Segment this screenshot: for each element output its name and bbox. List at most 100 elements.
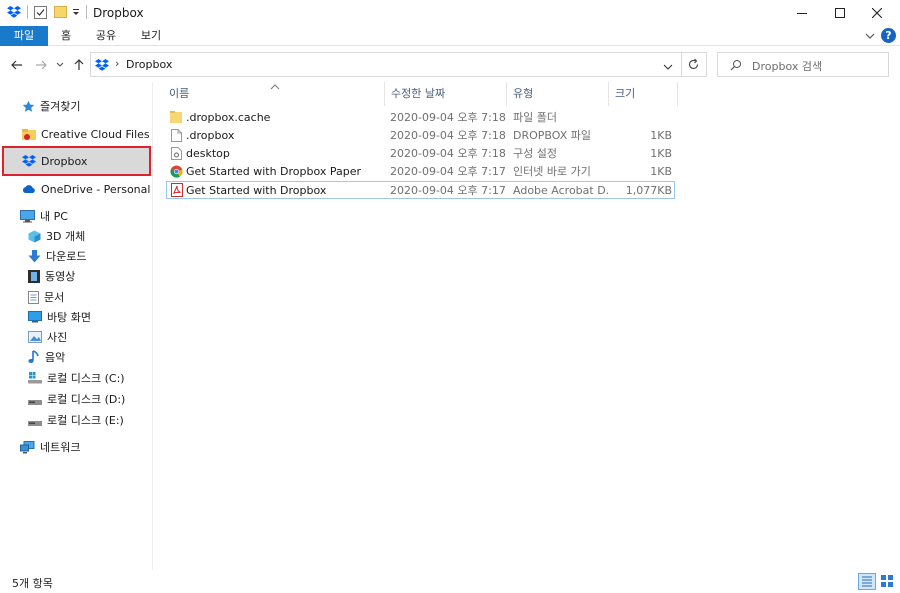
nav-local-disk-e[interactable]: 로컬 디스크 (E:) (28, 410, 124, 430)
search-placeholder: Dropbox 검색 (752, 60, 823, 73)
tab-view[interactable]: 보기 (135, 26, 167, 46)
new-folder-icon[interactable] (54, 6, 67, 18)
nav-music[interactable]: 음악 (28, 347, 65, 367)
tab-home[interactable]: 홈 (52, 26, 80, 46)
status-item-count: 5개 항목 (12, 577, 53, 590)
network-icon (20, 440, 35, 454)
nav-dropbox[interactable]: Dropbox (22, 151, 87, 171)
tab-file[interactable]: 파일 (0, 26, 48, 46)
file-row[interactable]: .dropbox 2020-09-04 오후 7:18 DROPBOX 파일 1… (166, 127, 675, 145)
music-note-icon (28, 350, 40, 364)
nav-onedrive[interactable]: OneDrive - Personal (22, 179, 150, 199)
nav-videos[interactable]: 동영상 (28, 266, 75, 286)
back-button[interactable] (8, 56, 26, 74)
star-icon (22, 100, 35, 113)
nav-3d-objects[interactable]: 3D 개체 (28, 226, 85, 246)
chevron-down-icon (56, 62, 64, 67)
large-icons-view-button[interactable] (879, 573, 897, 590)
expand-ribbon-icon[interactable] (864, 30, 876, 42)
file-type: Adobe Acrobat D... (513, 184, 609, 197)
file-type: 구성 설정 (513, 147, 557, 160)
document-icon (28, 290, 39, 304)
address-bar[interactable]: › Dropbox (90, 52, 707, 77)
back-arrow-icon (11, 60, 22, 70)
maximize-icon (835, 8, 845, 18)
help-icon[interactable]: ? (881, 28, 896, 43)
pdf-icon (171, 183, 183, 197)
dropbox-icon (95, 58, 109, 72)
close-icon (872, 8, 882, 18)
file-date: 2020-09-04 오후 7:18 (390, 147, 506, 160)
address-dropdown-icon[interactable] (663, 61, 673, 70)
forward-button[interactable] (32, 56, 50, 74)
nav-pictures[interactable]: 사진 (28, 327, 67, 347)
nav-downloads[interactable]: 다운로드 (28, 246, 86, 266)
file-icon (171, 129, 182, 142)
dropbox-icon (7, 5, 21, 19)
close-button[interactable] (854, 0, 900, 26)
nav-this-pc[interactable]: 내 PC (20, 206, 68, 226)
nav-quick-access[interactable]: 즐겨찾기 (22, 96, 80, 116)
search-icon (730, 59, 742, 71)
ribbon-tabs: 파일 홈 공유 보기 ? (0, 26, 900, 46)
details-view-icon (862, 576, 872, 587)
up-arrow-icon (74, 59, 84, 70)
tab-share[interactable]: 공유 (90, 26, 122, 46)
desktop-icon (28, 311, 42, 323)
recent-locations-button[interactable] (54, 56, 66, 74)
dropbox-icon (22, 154, 36, 168)
search-box[interactable]: Dropbox 검색 (717, 52, 889, 77)
nav-local-disk-c[interactable]: 로컬 디스크 (C:) (28, 368, 125, 388)
nav-network[interactable]: 네트워크 (20, 437, 80, 457)
file-row-selected[interactable]: Get Started with Dropbox 2020-09-04 오후 7… (166, 181, 675, 199)
download-arrow-icon (28, 249, 41, 263)
file-name: Get Started with Dropbox (186, 184, 327, 197)
hard-drive-icon (28, 417, 42, 426)
nav-desktop[interactable]: 바탕 화면 (28, 307, 91, 327)
settings-file-icon (171, 147, 182, 160)
file-type: 인터넷 바로 가기 (513, 165, 591, 178)
up-button[interactable] (70, 56, 88, 74)
column-header-name[interactable]: 이름 (163, 82, 385, 106)
file-date: 2020-09-04 오후 7:18 (390, 129, 506, 142)
column-header-type[interactable]: 유형 (507, 82, 609, 106)
computer-icon (20, 209, 35, 223)
file-date: 2020-09-04 오후 7:17 (390, 165, 506, 178)
onedrive-cloud-icon (22, 184, 36, 194)
nav-documents[interactable]: 문서 (28, 287, 64, 307)
file-size: 1KB (650, 147, 672, 160)
file-size: 1KB (650, 165, 672, 178)
hard-drive-icon (28, 396, 42, 405)
3d-objects-icon (28, 230, 41, 243)
breadcrumb-separator-icon[interactable]: › (115, 57, 119, 70)
details-view-button[interactable] (858, 573, 876, 590)
forward-arrow-icon (36, 60, 47, 70)
chrome-icon (170, 165, 183, 178)
refresh-icon[interactable] (687, 58, 700, 71)
file-size: 1,077KB (625, 184, 672, 197)
file-row[interactable]: desktop 2020-09-04 오후 7:18 구성 설정 1KB (166, 145, 675, 163)
customize-dropdown-icon[interactable] (72, 6, 80, 18)
file-date: 2020-09-04 오후 7:18 (390, 111, 506, 124)
column-header-size[interactable]: 크기 (609, 82, 678, 106)
file-name: desktop (186, 147, 230, 160)
nav-creative-cloud[interactable]: Creative Cloud Files (22, 124, 150, 144)
window-title: Dropbox (93, 6, 144, 20)
creative-cloud-folder-icon (22, 128, 36, 141)
minimize-icon (797, 13, 807, 14)
file-type: 파일 폴더 (513, 111, 557, 124)
column-header-date[interactable]: 수정한 날짜 (385, 82, 507, 106)
file-row[interactable]: .dropbox.cache 2020-09-04 오후 7:18 파일 폴더 (166, 109, 675, 127)
breadcrumb-dropbox[interactable]: Dropbox (126, 58, 172, 71)
properties-checkbox-icon[interactable] (34, 5, 47, 19)
video-film-icon (28, 269, 40, 283)
file-type: DROPBOX 파일 (513, 129, 591, 142)
large-icons-view-icon (881, 575, 893, 587)
file-name: .dropbox (186, 129, 235, 142)
quick-access-toolbar (7, 5, 87, 19)
nav-local-disk-d[interactable]: 로컬 디스크 (D:) (28, 389, 125, 409)
file-row[interactable]: Get Started with Dropbox Paper 2020-09-0… (166, 163, 675, 181)
pictures-icon (28, 331, 42, 343)
title-bar: Dropbox (0, 0, 900, 26)
folder-icon (170, 111, 182, 124)
